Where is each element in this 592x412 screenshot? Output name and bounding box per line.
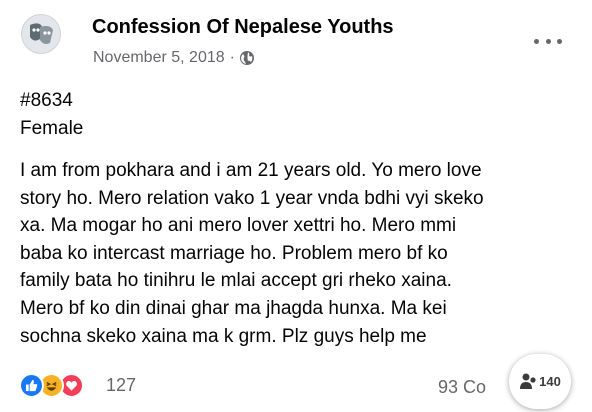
more-options-icon[interactable]: [534, 34, 562, 48]
globe-icon: [239, 50, 255, 66]
post-body: I am from pokhara and i am 21 years old.…: [20, 157, 576, 350]
body-line: Mero bf ko din dinai ghar ma jhagda hunx…: [20, 297, 447, 319]
body-line: xa. Ma mogar ho ani mero lover xettri ho…: [20, 215, 457, 237]
viewers-bubble[interactable]: 140: [509, 354, 571, 409]
post-id: #8634: [20, 90, 73, 111]
people-icon: [519, 371, 537, 393]
post-gender: Female: [20, 118, 84, 139]
post-date[interactable]: November 5, 2018: [93, 49, 225, 67]
viewers-count: 140: [539, 374, 561, 389]
comments-count[interactable]: 93 Co: [438, 377, 486, 398]
like-icon: [19, 373, 44, 398]
body-line: family bata ho tinihru le mlai accept gr…: [20, 270, 452, 292]
body-line: I am from pokhara and i am 21 years old.…: [20, 160, 482, 181]
page-name[interactable]: Confession Of Nepalese Youths: [92, 16, 394, 39]
post-meta: November 5, 2018 ·: [93, 49, 255, 67]
body-line: story ho. Mero relation vako 1 year vnda…: [20, 187, 484, 209]
reactions-summary[interactable]: 127: [19, 373, 136, 398]
body-line: sochna skeko xaina ma k grm. Plz guys he…: [20, 325, 427, 347]
reaction-count: 127: [106, 375, 137, 395]
meta-separator: ·: [229, 49, 235, 66]
body-line: baba ko intercast marriage ho. Problem m…: [20, 242, 448, 264]
page-avatar[interactable]: [21, 14, 61, 54]
